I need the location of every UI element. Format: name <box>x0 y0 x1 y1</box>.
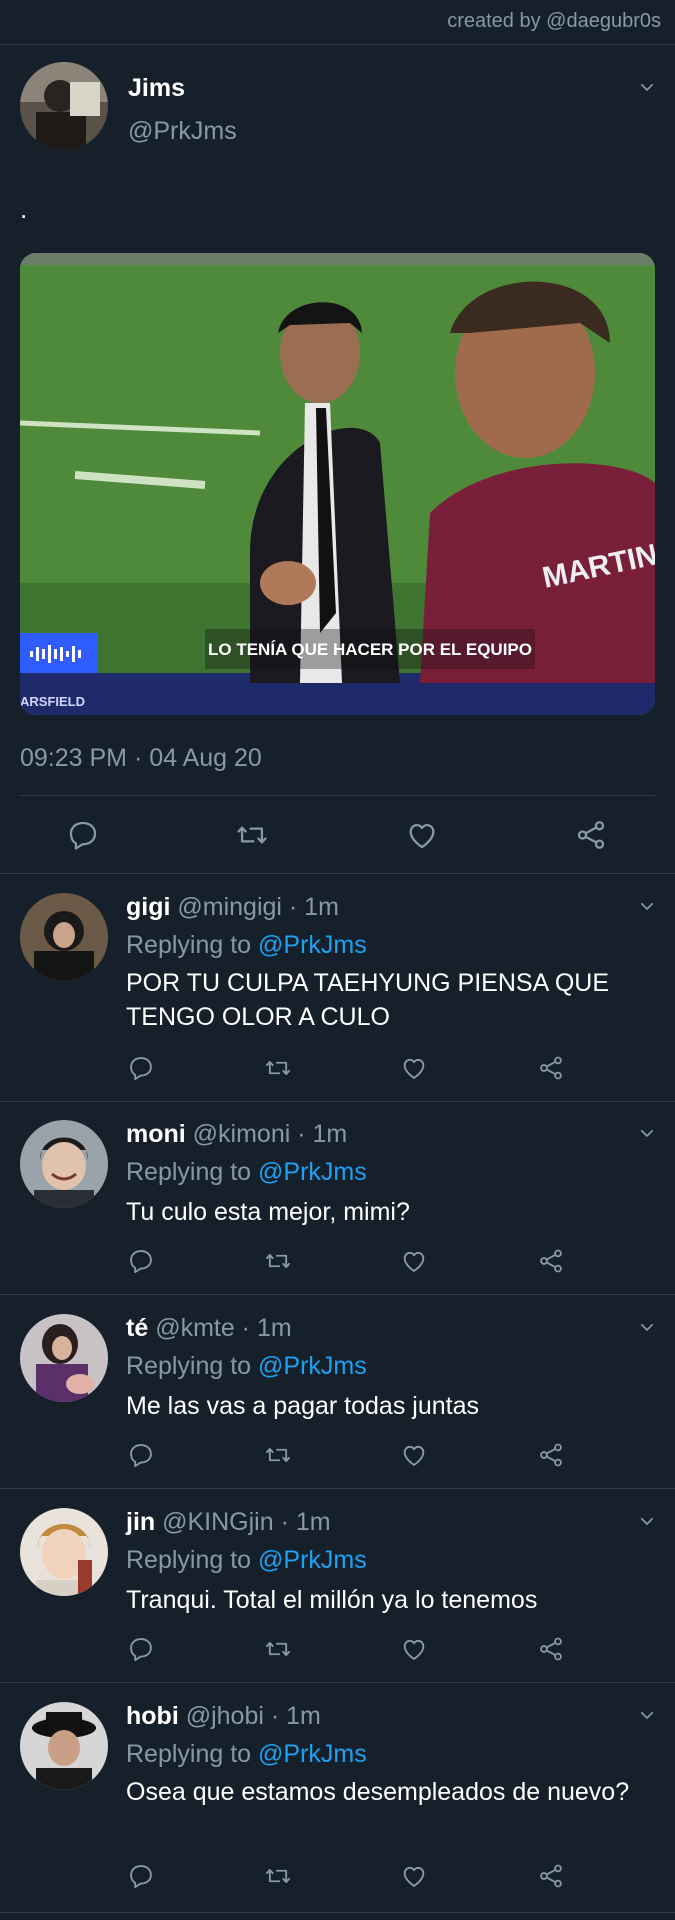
reply-icon[interactable] <box>127 1441 155 1469</box>
divider <box>0 1101 675 1102</box>
chevron-down-icon[interactable] <box>638 1124 656 1142</box>
reply-author-name[interactable]: gigi <box>126 893 170 921</box>
replying-to-label: Replying to <box>126 1740 259 1768</box>
author-handle[interactable]: @PrkJms <box>128 117 237 146</box>
retweet-icon[interactable] <box>264 1635 292 1663</box>
avatar[interactable] <box>20 1314 108 1402</box>
tweet-timestamp[interactable]: 09:23 PM · 04 Aug 20 <box>20 744 262 773</box>
replying-to: Replying to @PrkJms <box>126 1158 367 1187</box>
divider <box>0 1682 675 1683</box>
like-icon[interactable] <box>405 818 439 852</box>
avatar[interactable] <box>20 1508 108 1596</box>
reply-text: POR TU CULPA TAEHYUNG PIENSA QUE TENGO O… <box>126 969 609 1031</box>
share-icon[interactable] <box>574 818 608 852</box>
reply-icon[interactable] <box>66 818 100 852</box>
divider <box>20 795 655 796</box>
share-icon[interactable] <box>537 1247 565 1275</box>
retweet-icon[interactable] <box>264 1054 292 1082</box>
like-icon[interactable] <box>400 1247 428 1275</box>
chevron-down-icon[interactable] <box>638 897 656 915</box>
retweet-icon[interactable] <box>264 1441 292 1469</box>
reply-author-name[interactable]: moni <box>126 1120 186 1148</box>
replying-to: Replying to @PrkJms <box>126 931 367 960</box>
reply-icon[interactable] <box>127 1635 155 1663</box>
reply-author-name[interactable]: hobi <box>126 1702 179 1730</box>
avatar[interactable] <box>20 893 108 981</box>
media-image: MARTINEZ LO TENÍA QUE HACER POR EL EQUIP… <box>20 253 655 715</box>
like-icon[interactable] <box>400 1054 428 1082</box>
reply-text: Me las vas a pagar todas juntas <box>126 1392 479 1420</box>
replying-to-link[interactable]: @PrkJms <box>258 1352 367 1380</box>
replying-to: Replying to @PrkJms <box>126 1352 367 1381</box>
replying-to-label: Replying to <box>126 931 259 959</box>
chevron-down-icon[interactable] <box>638 1318 656 1336</box>
reply-author-handle[interactable]: @kimoni · 1m <box>193 1120 348 1148</box>
header-divider <box>0 44 675 45</box>
reply-author-handle[interactable]: @jhobi · 1m <box>186 1702 321 1730</box>
reply-author-name[interactable]: jin <box>126 1508 155 1536</box>
reply-text: Tu culo esta mejor, mimi? <box>126 1198 410 1226</box>
share-icon[interactable] <box>537 1441 565 1469</box>
reply-author-name[interactable]: té <box>126 1314 148 1342</box>
reply-author-handle[interactable]: @kmte · 1m <box>155 1314 292 1342</box>
reply-icon[interactable] <box>127 1054 155 1082</box>
retweet-icon[interactable] <box>235 818 269 852</box>
chevron-down-icon[interactable] <box>638 1512 656 1530</box>
avatar[interactable] <box>20 1702 108 1790</box>
reply-text: Tranqui. Total el millón ya lo tenemos <box>126 1586 538 1614</box>
media-caption: LO TENÍA QUE HACER POR EL EQUIPO <box>208 640 532 659</box>
divider <box>0 873 675 874</box>
divider <box>0 1912 675 1913</box>
replying-to-link[interactable]: @PrkJms <box>258 1546 367 1574</box>
reply-author-handle[interactable]: @mingigi · 1m <box>177 893 339 921</box>
divider <box>0 1488 675 1489</box>
chevron-down-icon[interactable] <box>638 1706 656 1724</box>
like-icon[interactable] <box>400 1862 428 1890</box>
replying-to: Replying to @PrkJms <box>126 1546 367 1575</box>
like-icon[interactable] <box>400 1441 428 1469</box>
reply-icon[interactable] <box>127 1862 155 1890</box>
tweet-media[interactable]: MARTINEZ LO TENÍA QUE HACER POR EL EQUIP… <box>20 253 655 715</box>
share-icon[interactable] <box>537 1862 565 1890</box>
avatar[interactable] <box>20 62 108 150</box>
retweet-icon[interactable] <box>264 1247 292 1275</box>
replying-to-link[interactable]: @PrkJms <box>258 1740 367 1768</box>
credit-text: created by @daegubr0s <box>447 10 661 32</box>
replying-to-label: Replying to <box>126 1352 259 1380</box>
divider <box>0 1294 675 1295</box>
reply-icon[interactable] <box>127 1247 155 1275</box>
avatar[interactable] <box>20 1120 108 1208</box>
replying-to-label: Replying to <box>126 1158 259 1186</box>
chevron-down-icon[interactable] <box>638 78 656 96</box>
reply-text: Osea que estamos desempleados de nuevo? <box>126 1778 630 1806</box>
replying-to-link[interactable]: @PrkJms <box>258 931 367 959</box>
author-name[interactable]: Jims <box>128 74 185 103</box>
broadcast-tag: ARSFIELD <box>20 694 85 709</box>
replying-to-label: Replying to <box>126 1546 259 1574</box>
retweet-icon[interactable] <box>264 1862 292 1890</box>
reply-author-handle[interactable]: @KINGjin · 1m <box>162 1508 330 1536</box>
share-icon[interactable] <box>537 1635 565 1663</box>
like-icon[interactable] <box>400 1635 428 1663</box>
replying-to: Replying to @PrkJms <box>126 1740 367 1769</box>
tweet-text: . <box>20 194 28 224</box>
replying-to-link[interactable]: @PrkJms <box>258 1158 367 1186</box>
share-icon[interactable] <box>537 1054 565 1082</box>
